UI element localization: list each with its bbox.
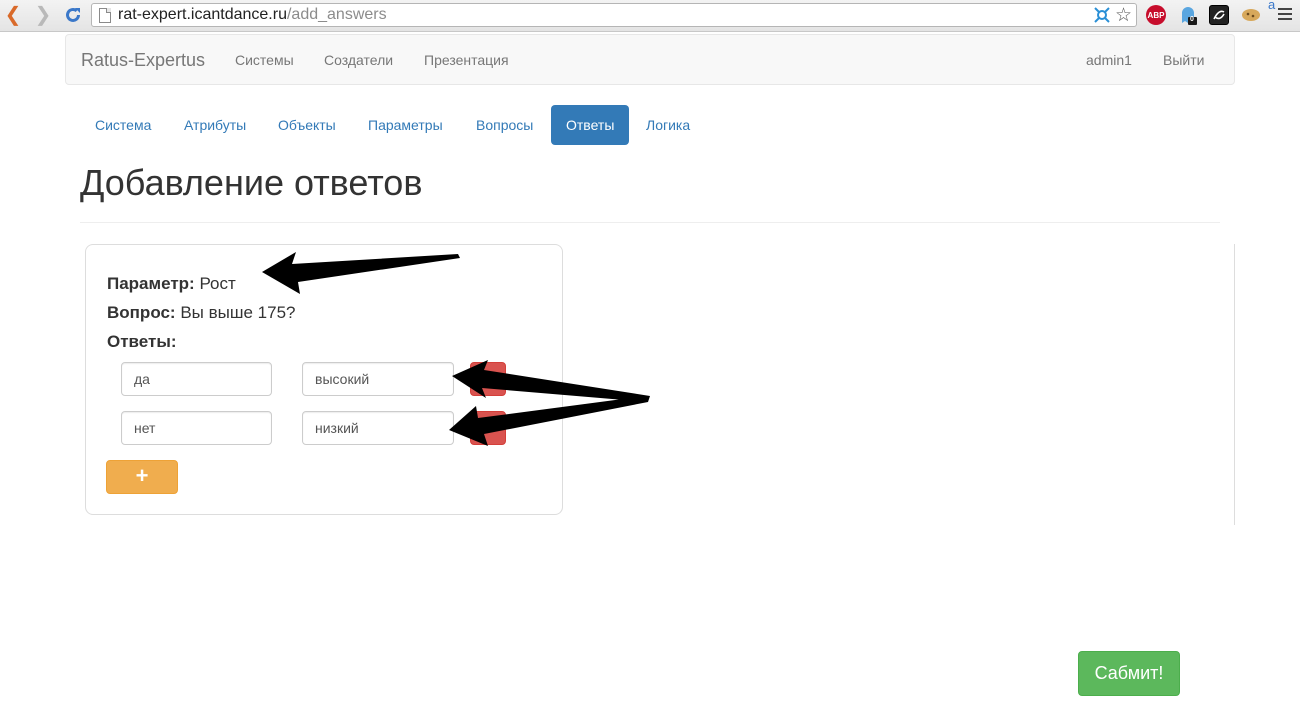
url-text: rat-expert.icantdance.ru/add_answers xyxy=(118,6,387,23)
tab-parameters[interactable]: Параметры xyxy=(353,105,458,145)
add-answer-button[interactable]: + xyxy=(106,460,178,494)
address-bar[interactable]: rat-expert.icantdance.ru/add_answers ☆ xyxy=(91,3,1137,27)
answers-label: Ответы: xyxy=(107,332,177,351)
parameter-line: Параметр: Рост xyxy=(107,274,236,294)
answer-value-input[interactable] xyxy=(302,411,454,445)
logout-link[interactable]: Выйти xyxy=(1163,52,1204,68)
brand-link[interactable]: Ratus-Expertus xyxy=(81,50,205,71)
cookie-icon[interactable] xyxy=(1241,5,1261,25)
menu-icon[interactable] xyxy=(1278,8,1292,23)
tab-questions[interactable]: Вопросы xyxy=(461,105,548,145)
answer-value-input[interactable] xyxy=(302,362,454,396)
forward-arrow-icon[interactable]: ❯ xyxy=(32,4,54,26)
delete-answer-button[interactable] xyxy=(470,362,506,396)
question-value: Вы выше 175? xyxy=(180,303,296,322)
page-icon xyxy=(99,8,111,23)
bookmark-star-icon[interactable]: ☆ xyxy=(1115,4,1132,27)
nav-user[interactable]: admin1 xyxy=(1086,52,1132,68)
page-title: Добавление ответов xyxy=(80,162,423,203)
nav-link-creators[interactable]: Создатели xyxy=(324,52,393,68)
reload-icon[interactable] xyxy=(62,4,84,26)
title-divider xyxy=(80,222,1220,223)
answer-input[interactable] xyxy=(121,362,272,396)
browser-toolbar: ❮ ❯ rat-expert.icantdance.ru/add_answers… xyxy=(0,0,1300,32)
tab-attributes[interactable]: Атрибуты xyxy=(169,105,261,145)
ghostery-icon[interactable]: 0 xyxy=(1178,5,1198,25)
submit-button[interactable]: Сабмит! xyxy=(1078,651,1180,696)
answer-input[interactable] xyxy=(121,411,272,445)
question-card: Параметр: Рост Вопрос: Вы выше 175? Отве… xyxy=(85,244,563,515)
parameter-label: Параметр: xyxy=(107,274,195,293)
screenshot-icon[interactable] xyxy=(1209,5,1229,25)
back-arrow-icon[interactable]: ❮ xyxy=(2,4,24,26)
nav-link-presentation[interactable]: Презентация xyxy=(424,52,509,68)
question-label: Вопрос: xyxy=(107,303,176,322)
panel-divider xyxy=(1234,244,1235,525)
top-navbar: Ratus-Expertus Системы Создатели Презент… xyxy=(65,34,1235,85)
tab-answers[interactable]: Ответы xyxy=(551,105,629,145)
delete-answer-button[interactable] xyxy=(470,411,506,445)
translate-icon[interactable]: a xyxy=(1268,0,1275,12)
tab-logic[interactable]: Логика xyxy=(631,105,705,145)
parameter-value: Рост xyxy=(199,274,236,293)
nav-link-systems[interactable]: Системы xyxy=(235,52,294,68)
extension-puzzle-icon[interactable] xyxy=(1092,5,1112,30)
adblock-icon[interactable]: ABP xyxy=(1146,5,1166,25)
tab-objects[interactable]: Объекты xyxy=(263,105,351,145)
question-line: Вопрос: Вы выше 175? xyxy=(107,303,296,323)
tab-system[interactable]: Система xyxy=(80,105,166,145)
